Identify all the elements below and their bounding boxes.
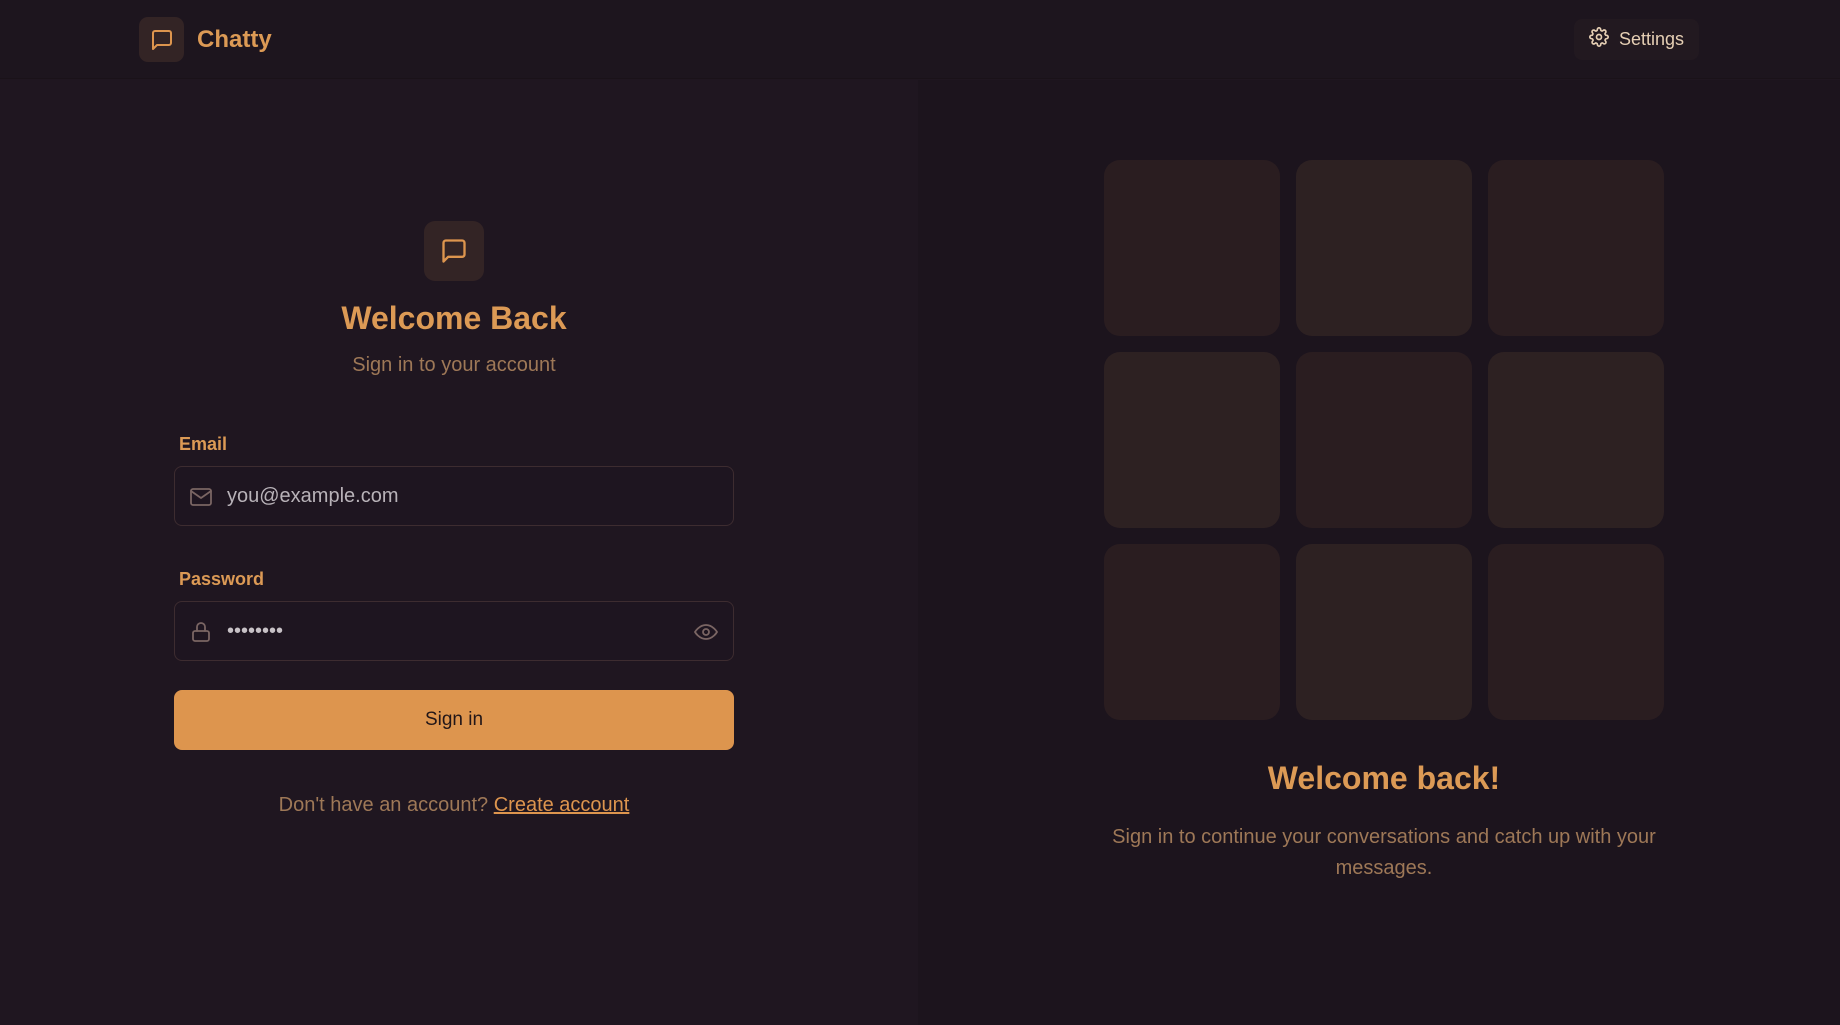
decorative-tile [1104, 160, 1280, 336]
decorative-tile [1488, 352, 1664, 528]
promo-text: Sign in to continue your conversations a… [1112, 826, 1656, 879]
password-field[interactable] [174, 601, 734, 661]
decorative-tile [1488, 544, 1664, 720]
login-title: Welcome Back [341, 300, 567, 336]
decorative-tile [1104, 352, 1280, 528]
no-account-text: Don't have an account? [278, 794, 494, 816]
decorative-tile-grid [1104, 160, 1664, 720]
mail-icon [188, 484, 214, 510]
sign-in-button[interactable]: Sign in [174, 690, 734, 750]
decorative-tile [1296, 352, 1472, 528]
gear-icon [1589, 27, 1609, 52]
app-name: Chatty [197, 25, 272, 53]
settings-button[interactable]: Settings [1574, 19, 1699, 60]
create-account-link[interactable]: Create account [494, 794, 630, 816]
decorative-tile [1488, 160, 1664, 336]
promo-title: Welcome back! [1267, 760, 1501, 796]
email-input[interactable] [225, 467, 675, 525]
lock-icon [188, 619, 214, 645]
chat-bubble-icon [139, 17, 184, 62]
brand[interactable]: Chatty [139, 17, 272, 62]
email-label: Email [179, 434, 228, 454]
decorative-tile [1296, 160, 1472, 336]
settings-label: Settings [1618, 29, 1685, 49]
chat-bubble-icon [424, 221, 484, 281]
signup-prompt: Don't have an account? Create account [174, 794, 734, 817]
password-input[interactable] [225, 602, 675, 660]
top-bar: Chatty Settings [0, 0, 1840, 79]
password-label: Password [179, 569, 265, 589]
login-subtitle: Sign in to your account [352, 354, 556, 376]
decorative-tile [1104, 544, 1280, 720]
email-field[interactable] [174, 466, 734, 526]
decorative-tile [1296, 544, 1472, 720]
eye-icon[interactable] [693, 619, 719, 645]
